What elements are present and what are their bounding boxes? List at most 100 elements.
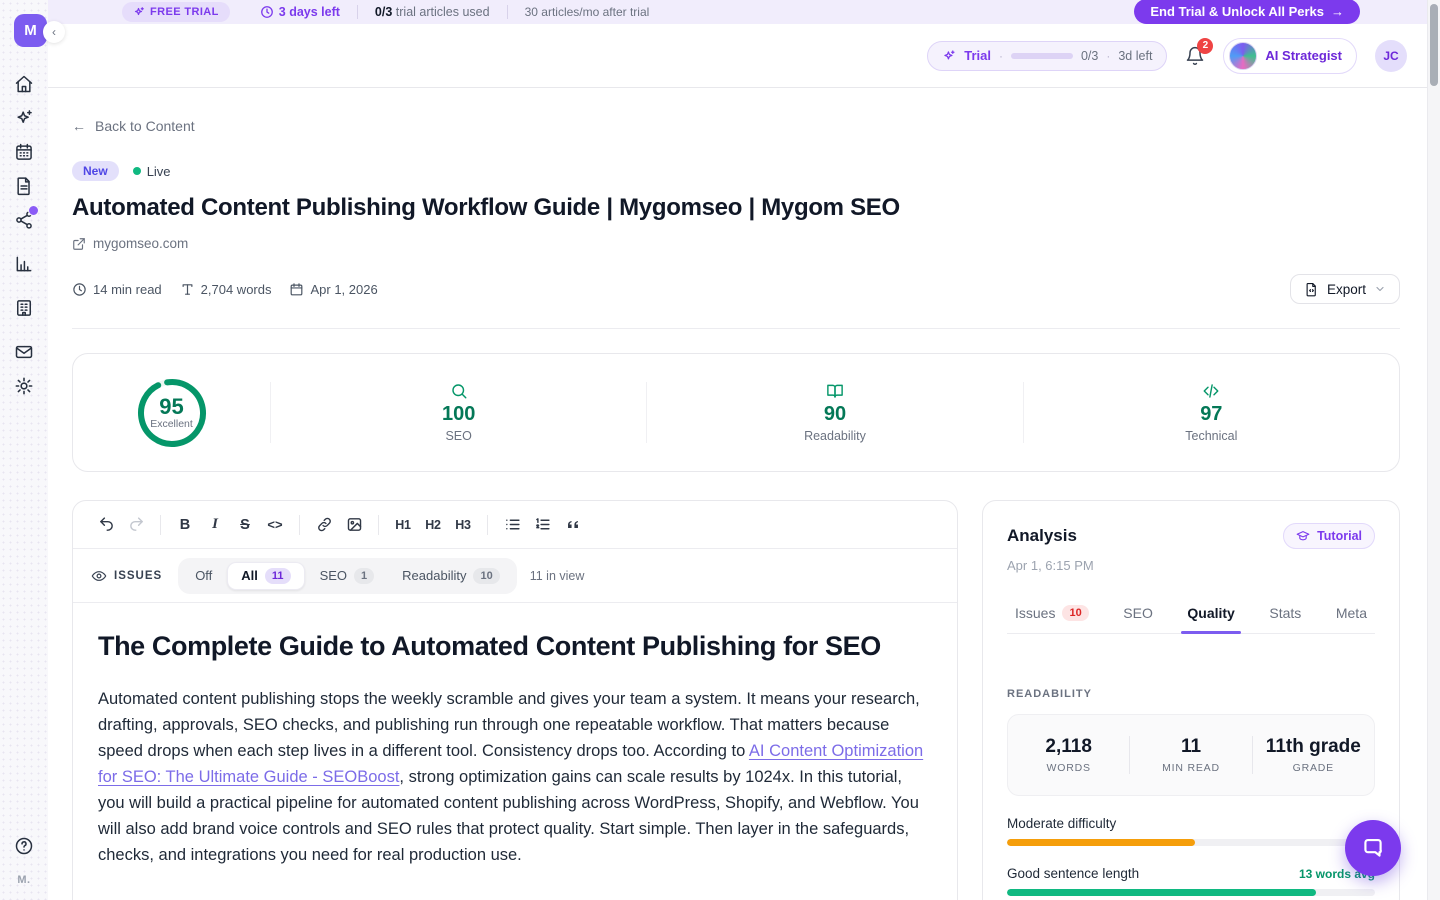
overall-score-label: Excellent [150, 418, 193, 430]
sidebar-version-label: M. [17, 874, 30, 886]
scrollbar-thumb[interactable] [1430, 4, 1438, 86]
issues-filter-segmented-control: Off All11 SEO1 Readability10 [178, 558, 517, 594]
readability-section-label: READABILITY [1007, 688, 1375, 700]
eye-icon [91, 568, 107, 584]
graduation-cap-icon [1296, 529, 1310, 543]
undo-button[interactable] [91, 510, 121, 540]
divider [487, 515, 488, 535]
page-scrollbar[interactable] [1427, 0, 1440, 900]
articles-used: 0/3 trial articles used [375, 5, 490, 19]
tab-meta[interactable]: Meta [1334, 597, 1369, 633]
sidebar-item-ai[interactable] [14, 108, 34, 128]
link-button[interactable] [309, 510, 339, 540]
sidebar-item-mail[interactable] [14, 342, 34, 362]
notification-badge: 2 [1197, 38, 1213, 54]
chat-bubble-icon [1360, 835, 1386, 861]
mail-icon [14, 342, 34, 362]
metric-sentence-length: Good sentence length 13 words avg [1007, 866, 1375, 896]
stat-min-read: 11 MIN READ [1129, 736, 1251, 774]
issues-count-badge: 10 [1062, 605, 1088, 621]
filter-off[interactable]: Off [182, 563, 225, 588]
italic-button[interactable]: I [200, 510, 230, 540]
sparkles-icon [133, 6, 145, 18]
after-trial-text: 30 articles/mo after trial [525, 5, 650, 19]
bullet-list-button[interactable] [497, 510, 527, 540]
publish-date: Apr 1, 2026 [289, 282, 377, 297]
inline-code-button[interactable]: <> [260, 510, 290, 540]
app-header: Trial · 0/3 · 3d left 2 AI Strategist JC [48, 24, 1440, 88]
article-paragraph: Automated content publishing stops the w… [98, 686, 932, 868]
filter-seo[interactable]: SEO1 [307, 563, 388, 589]
sidebar-item-analytics[interactable] [14, 254, 34, 274]
clock-icon [260, 5, 274, 19]
sidebar-item-settings[interactable] [14, 376, 34, 396]
notifications-button[interactable]: 2 [1185, 46, 1205, 66]
ordered-list-button[interactable] [527, 510, 557, 540]
arrow-left-icon: ← [72, 118, 86, 134]
stat-words: 2,118 WORDS [1008, 736, 1129, 774]
image-button[interactable] [339, 510, 369, 540]
user-avatar[interactable]: JC [1375, 40, 1407, 72]
heading1-button[interactable]: H1 [388, 510, 418, 540]
ai-strategist-button[interactable]: AI Strategist [1223, 38, 1357, 74]
tab-quality[interactable]: Quality [1185, 597, 1236, 633]
sidebar: M. [0, 0, 48, 900]
read-time: 14 min read [72, 282, 162, 297]
chat-launcher-button[interactable] [1345, 820, 1401, 876]
domain-link[interactable]: mygomseo.com [72, 236, 188, 251]
article-heading: The Complete Guide to Automated Content … [98, 631, 932, 662]
tutorial-button[interactable]: Tutorial [1283, 523, 1375, 549]
tab-issues[interactable]: Issues 10 [1013, 597, 1091, 633]
stat-grade: 11th grade GRADE [1252, 736, 1374, 774]
score-summary-card: 95 Excellent 100 SEO 90 Readability 97 T… [72, 353, 1400, 472]
filter-all-count: 11 [265, 568, 291, 584]
strikethrough-button[interactable]: S [230, 510, 260, 540]
redo-button[interactable] [121, 510, 151, 540]
help-icon [14, 836, 34, 856]
analysis-panel: Analysis Tutorial Apr 1, 6:15 PM Issues … [982, 500, 1400, 900]
heading2-button[interactable]: H2 [418, 510, 448, 540]
chevron-down-icon [1374, 283, 1386, 295]
sidebar-item-share[interactable] [14, 210, 34, 230]
document-icon [14, 176, 34, 196]
filter-readability-count: 10 [473, 568, 499, 584]
code-icon [1202, 382, 1220, 400]
home-icon [14, 74, 34, 94]
score-seo: 100 SEO [270, 382, 646, 443]
readability-stats-card: 2,118 WORDS 11 MIN READ 11th grade GRADE [1007, 714, 1375, 796]
divider [299, 515, 300, 535]
page-title: Automated Content Publishing Workflow Gu… [72, 194, 1400, 222]
heading3-button[interactable]: H3 [448, 510, 478, 540]
sidebar-item-company[interactable] [14, 298, 34, 318]
sidebar-item-help[interactable] [14, 836, 34, 856]
divider [378, 515, 379, 535]
blockquote-button[interactable] [557, 510, 587, 540]
external-link-icon [72, 237, 86, 251]
sidebar-item-home[interactable] [14, 74, 34, 94]
trial-status-pill[interactable]: Trial · 0/3 · 3d left [927, 41, 1167, 71]
tab-stats[interactable]: Stats [1267, 597, 1303, 633]
divider [160, 515, 161, 535]
trial-banner: FREE TRIAL 3 days left 0/3 trial article… [48, 0, 1440, 24]
sidebar-collapse-button[interactable]: ‹ [43, 21, 65, 43]
sidebar-item-content[interactable] [14, 176, 34, 196]
export-button[interactable]: Export [1290, 274, 1400, 304]
sparkles-icon [942, 49, 956, 63]
back-to-content-link[interactable]: ← Back to Content [72, 118, 195, 134]
live-dot-icon [133, 167, 141, 175]
bold-button[interactable]: B [170, 510, 200, 540]
status-badge-new: New [72, 161, 119, 181]
sidebar-item-calendar[interactable] [14, 142, 34, 162]
sentence-length-progress-bar [1007, 889, 1375, 896]
analysis-timestamp: Apr 1, 6:15 PM [1007, 558, 1375, 573]
issues-label: ISSUES [91, 568, 162, 584]
filter-all[interactable]: All11 [227, 562, 304, 590]
filter-seo-count: 1 [354, 568, 374, 584]
filter-readability[interactable]: Readability10 [389, 563, 513, 589]
book-open-icon [826, 382, 844, 400]
end-trial-button[interactable]: End Trial & Unlock All Perks → [1134, 0, 1360, 24]
article-editor[interactable]: The Complete Guide to Automated Content … [73, 603, 957, 900]
tab-seo[interactable]: SEO [1121, 597, 1155, 633]
main-panel: Trial · 0/3 · 3d left 2 AI Strategist JC… [48, 24, 1440, 900]
analysis-title: Analysis [1007, 526, 1077, 546]
